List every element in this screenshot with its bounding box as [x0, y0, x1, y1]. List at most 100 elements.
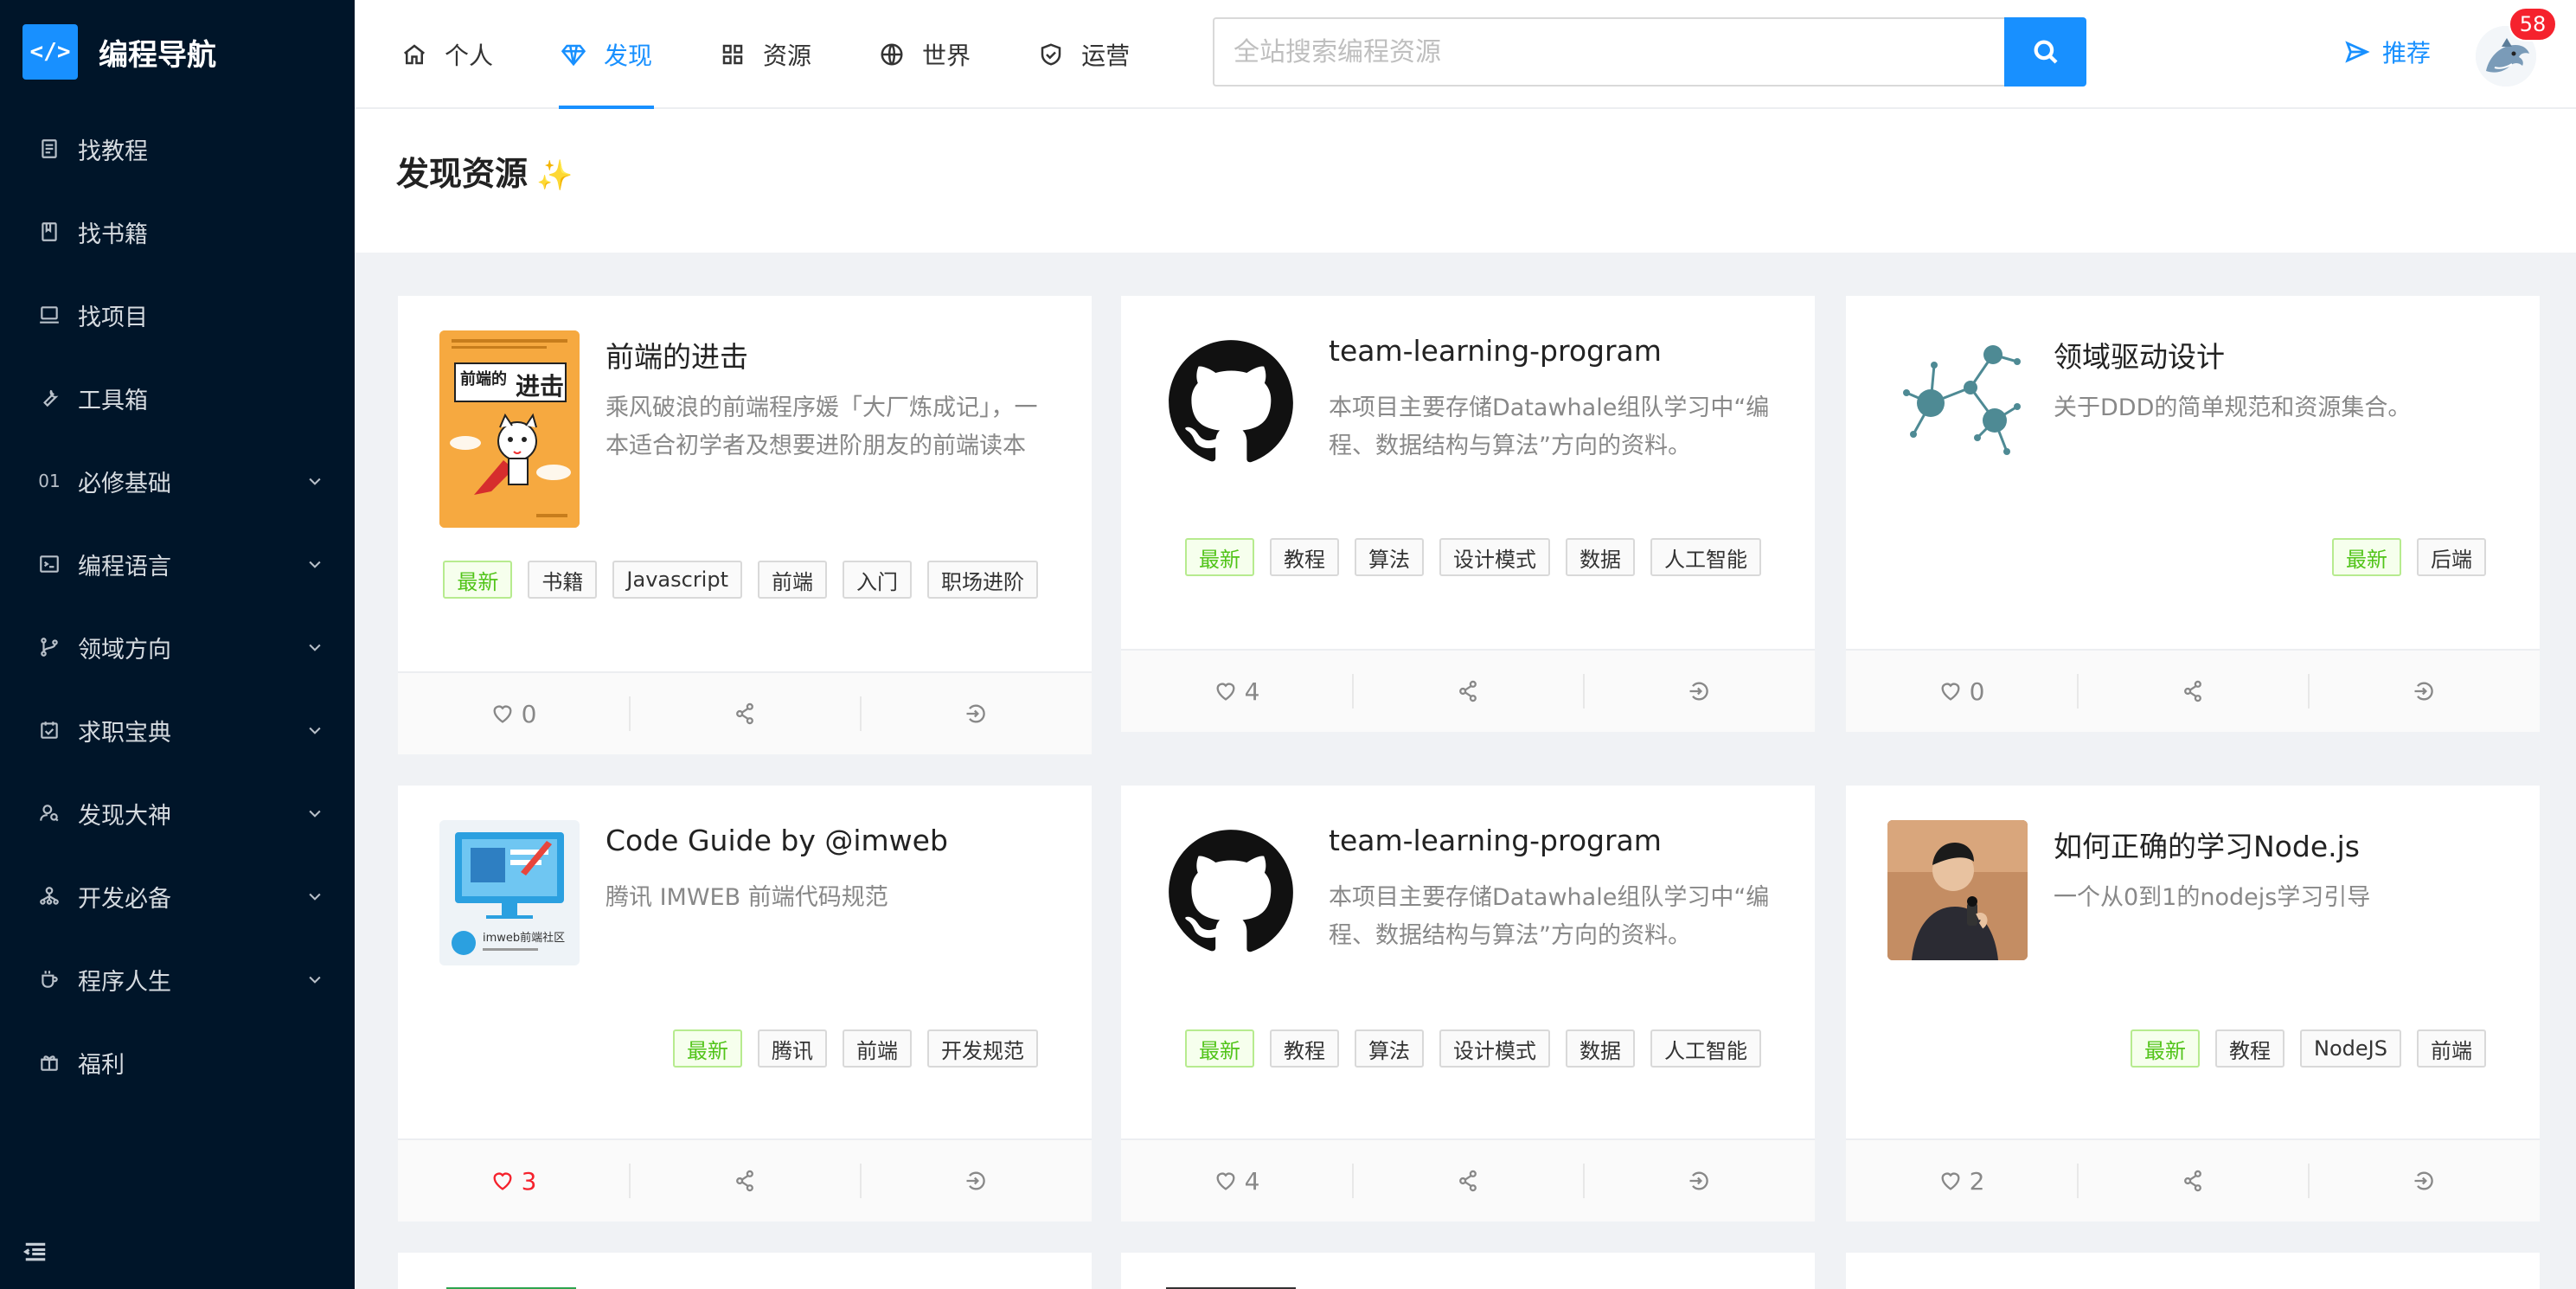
share-button[interactable]: [1352, 1139, 1583, 1222]
tag[interactable]: 算法: [1355, 1029, 1424, 1068]
card-actions: 4: [1121, 1138, 1815, 1222]
tag[interactable]: 职场进阶: [927, 561, 1038, 599]
tag[interactable]: 算法: [1355, 538, 1424, 576]
card-title[interactable]: 领域驱动设计: [2054, 334, 2225, 375]
like-button[interactable]: 4: [1121, 1139, 1352, 1222]
tag[interactable]: 教程: [1270, 538, 1339, 576]
sidebar-item-books[interactable]: 找书籍: [0, 190, 355, 273]
visit-button[interactable]: [860, 1139, 1091, 1222]
card-title[interactable]: team-learning-program: [1329, 334, 1662, 368]
tag[interactable]: 前端: [843, 1029, 912, 1068]
resource-card-partial[interactable]: [1846, 1253, 2540, 1289]
tag-new[interactable]: 最新: [673, 1029, 742, 1068]
sidebar-item-domains[interactable]: 领域方向: [0, 606, 355, 689]
recommend-button[interactable]: 推荐: [2344, 35, 2431, 69]
resource-card-partial[interactable]: [1121, 1253, 1815, 1289]
sidebar-item-languages[interactable]: 编程语言: [0, 523, 355, 606]
login-icon: [1687, 1169, 1711, 1193]
like-button[interactable]: 0: [1846, 650, 2077, 733]
tag[interactable]: 教程: [1270, 1029, 1339, 1068]
tag[interactable]: 数据: [1566, 538, 1635, 576]
share-button[interactable]: [629, 1139, 860, 1222]
user-search-icon: [36, 800, 62, 826]
tag[interactable]: 入门: [843, 561, 912, 599]
tag[interactable]: 前端: [2417, 1029, 2486, 1068]
search-input[interactable]: [1213, 17, 2004, 87]
sidebar-item-toolbox[interactable]: 工具箱: [0, 356, 355, 439]
tab-resources[interactable]: 资源: [720, 0, 811, 109]
visit-button[interactable]: [1583, 1139, 1814, 1222]
tab-personal[interactable]: 个人: [401, 0, 493, 109]
sidebar-item-welfare[interactable]: 福利: [0, 1021, 355, 1104]
tab-discover[interactable]: 发现: [561, 0, 652, 109]
tag[interactable]: 数据: [1566, 1029, 1635, 1068]
sidebar-item-life[interactable]: 程序人生: [0, 938, 355, 1021]
tag[interactable]: 腾讯: [758, 1029, 827, 1068]
tab-label: 资源: [763, 37, 811, 72]
tab-operations[interactable]: 运营: [1038, 0, 1130, 109]
tag[interactable]: 书籍: [528, 561, 597, 599]
sparkle-icon: ✨: [536, 158, 573, 193]
card-actions: 3: [398, 1138, 1092, 1222]
resource-card[interactable]: imweb前端社区 Code Guide by @imweb 腾讯 IMWEB …: [398, 786, 1092, 1222]
tag-new[interactable]: 最新: [1185, 538, 1254, 576]
share-button[interactable]: [1352, 650, 1583, 733]
sidebar-item-projects[interactable]: 找项目: [0, 273, 355, 356]
resource-card[interactable]: 前端的 进击 前端的进击 乘风破浪的前端程序媛「大厂炼成记」，一本适合初学者及想…: [398, 296, 1092, 754]
number-01-icon: 01: [36, 468, 62, 494]
page-header: 发现资源✨: [355, 109, 2576, 253]
resource-card[interactable]: 如何正确的学习Node.js 一个从0到1的nodejs学习引导 最新 教程 N…: [1846, 786, 2540, 1222]
sidebar-item-label: 发现大神: [78, 797, 171, 830]
resource-card-partial[interactable]: [398, 1253, 1092, 1289]
share-button[interactable]: [2077, 1139, 2308, 1222]
tag[interactable]: NodeJS: [2300, 1029, 2401, 1068]
sidebar-item-experts[interactable]: 发现大神: [0, 772, 355, 855]
card-title[interactable]: team-learning-program: [1329, 824, 1662, 857]
share-button[interactable]: [2077, 650, 2308, 733]
share-button[interactable]: [629, 672, 860, 755]
card-title[interactable]: 如何正确的学习Node.js: [2054, 824, 2360, 865]
card-title[interactable]: Code Guide by @imweb: [606, 824, 948, 857]
recommend-label: 推荐: [2382, 35, 2431, 69]
sidebar-item-devtools[interactable]: 开发必备: [0, 855, 355, 938]
send-icon: [2344, 39, 2370, 65]
tag[interactable]: 前端: [758, 561, 827, 599]
tag[interactable]: 设计模式: [1439, 538, 1550, 576]
tag-new[interactable]: 最新: [1185, 1029, 1254, 1068]
tag[interactable]: 设计模式: [1439, 1029, 1550, 1068]
sidebar-item-label: 程序人生: [78, 963, 171, 997]
tag[interactable]: 教程: [2215, 1029, 2284, 1068]
card-description: 腾讯 IMWEB 前端代码规范: [606, 879, 1055, 917]
card-title[interactable]: 前端的进击: [606, 334, 748, 375]
menu-fold-icon[interactable]: [21, 1239, 52, 1267]
resource-card[interactable]: team-learning-program 本项目主要存储Datawhale组队…: [1121, 786, 1815, 1222]
tag-new[interactable]: 最新: [443, 561, 512, 599]
logo[interactable]: </> 编程导航: [22, 24, 216, 80]
like-button[interactable]: 4: [1121, 650, 1352, 733]
like-button[interactable]: 3: [398, 1139, 629, 1222]
tag-new[interactable]: 最新: [2131, 1029, 2200, 1068]
tag[interactable]: Javascript: [612, 561, 742, 599]
tag-new[interactable]: 最新: [2332, 538, 2401, 576]
chevron-down-icon: [306, 555, 324, 576]
tab-world[interactable]: 世界: [879, 0, 971, 109]
like-button[interactable]: 0: [398, 672, 629, 755]
visit-button[interactable]: [860, 672, 1091, 755]
sidebar-item-jobs[interactable]: 求职宝典: [0, 689, 355, 772]
visit-button[interactable]: [2308, 1139, 2539, 1222]
like-button[interactable]: 2: [1846, 1139, 2077, 1222]
sidebar-item-tutorials[interactable]: 找教程: [0, 107, 355, 190]
tag[interactable]: 人工智能: [1650, 1029, 1761, 1068]
visit-button[interactable]: [2308, 650, 2539, 733]
sidebar-item-basics[interactable]: 01 必修基础: [0, 439, 355, 523]
search-button[interactable]: [2004, 17, 2086, 87]
page-title-text: 发现资源: [396, 155, 528, 193]
resource-card[interactable]: team-learning-program 本项目主要存储Datawhale组队…: [1121, 296, 1815, 732]
tag[interactable]: 后端: [2417, 538, 2486, 576]
tag[interactable]: 开发规范: [927, 1029, 1038, 1068]
visit-button[interactable]: [1583, 650, 1814, 733]
sidebar-item-label: 找书籍: [78, 215, 148, 249]
resource-card[interactable]: 领域驱动设计 关于DDD的简单规范和资源集合。 最新 后端 0: [1846, 296, 2540, 732]
network-graph-image: [1887, 330, 2028, 471]
tag[interactable]: 人工智能: [1650, 538, 1761, 576]
